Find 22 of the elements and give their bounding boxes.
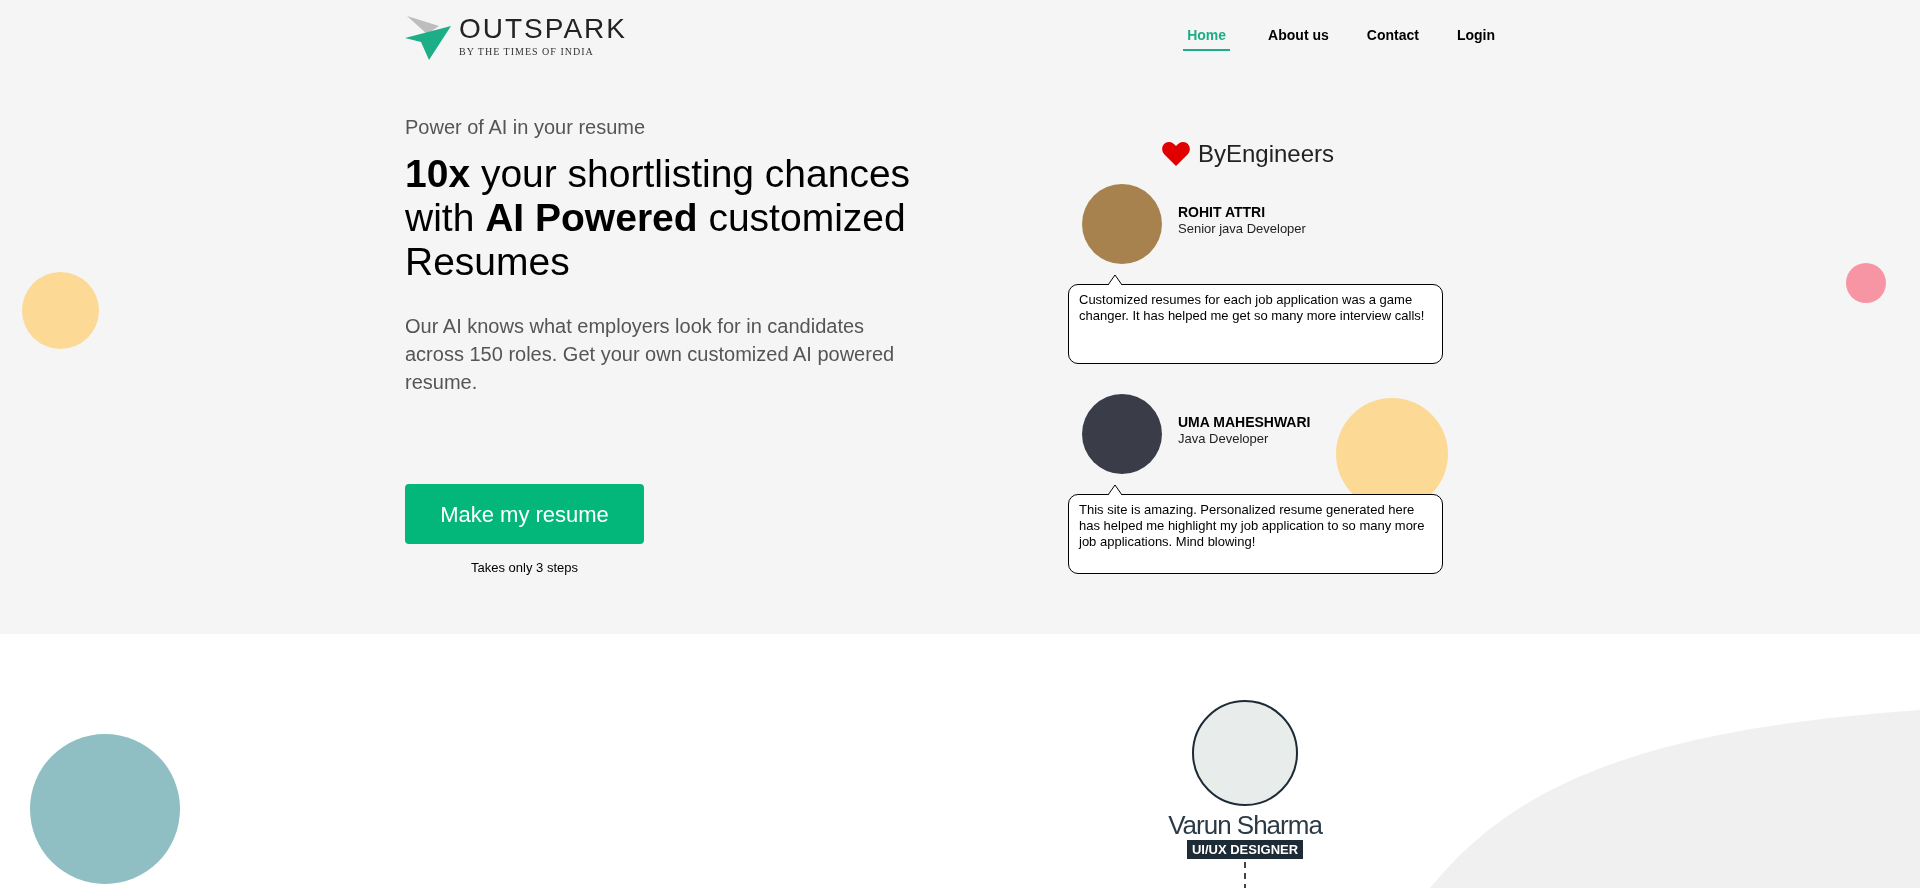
speech-tail-icon — [1108, 484, 1122, 495]
reviewer-role: Senior java Developer — [1178, 221, 1306, 237]
hero-headline: 10x your shortlisting chances with AI Powered customized Resumes — [405, 152, 912, 284]
nav-link[interactable]: Login — [1456, 25, 1495, 51]
dashed-connector — [1244, 862, 1246, 888]
logo-wordmark: OUTSPARK — [459, 13, 627, 45]
reviewer-role: Java Developer — [1178, 431, 1270, 447]
quote-bubble: This site is amazing. Personalized resume generated here has helped me highlight my job application to so many more job applications. Mind blowing! — [1068, 494, 1443, 574]
reviewer-name: ROHIT ATTRI — [1178, 204, 1267, 221]
section-title: ByEngineers — [1197, 139, 1335, 169]
quote-bubble: Customized resumes for each job application was a game changer. It has helped me get so many more interview calls! — [1068, 284, 1443, 364]
speech-tail-icon — [1108, 274, 1122, 285]
reviewer-name: UMA MAHESHWARI — [1178, 414, 1311, 431]
button-note: Takes only 3 steps — [471, 559, 578, 577]
heart-icon — [1161, 142, 1190, 166]
team-member-role: UI/UX DESIGNER — [1186, 840, 1304, 859]
hero-description: Our AI knows what employers look for in candidates across 150 roles. Get your own customized AI powered resume. — [405, 314, 896, 395]
team-member-name: Varun Sharma — [1168, 810, 1322, 840]
nav-link[interactable]: About us — [1268, 25, 1329, 51]
nav-link[interactable]: Contact — [1366, 25, 1419, 51]
logo-tagline: BY THE TIMES OF INDIA — [459, 45, 595, 59]
hero-eyebrow: Power of AI in your resume — [405, 115, 647, 140]
